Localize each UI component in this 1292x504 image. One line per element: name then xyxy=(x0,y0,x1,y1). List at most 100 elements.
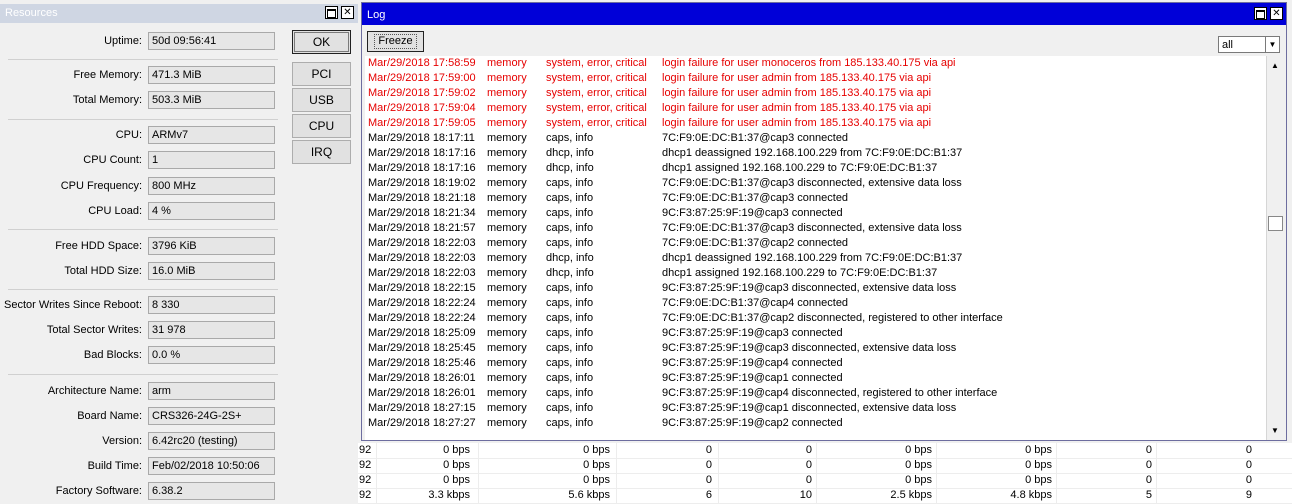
log-entry-row[interactable]: Mar/29/2018 18:27:27 memory caps, info 9C:F… xyxy=(365,416,1270,431)
resource-field-row: Total Memory: 503.3 MiB xyxy=(0,91,290,109)
log-entry-row[interactable]: Mar/29/2018 17:59:04 memory system, error,… xyxy=(365,101,1270,116)
close-icon[interactable]: ✕ xyxy=(341,6,354,19)
cpu-button[interactable]: CPU xyxy=(292,114,351,138)
log-entry-row[interactable]: Mar/29/2018 18:22:03 memory dhcp, info dhcp… xyxy=(365,251,1270,266)
log-list[interactable]: Mar/29/2018 17:58:59 memory system, error,… xyxy=(365,56,1270,440)
log-buffer: memory xyxy=(487,402,527,414)
scroll-up-icon[interactable]: ▲ xyxy=(1267,58,1283,73)
log-buffer: memory xyxy=(487,327,527,339)
table-cell: 0 bps xyxy=(905,444,932,456)
pci-button[interactable]: PCI xyxy=(292,62,351,86)
log-message: 9C:F3:87:25:9F:19@cap3 connected xyxy=(662,327,843,339)
log-buffer: memory xyxy=(487,222,527,234)
scroll-thumb[interactable] xyxy=(1268,216,1283,231)
log-time: Mar/29/2018 17:58:59 xyxy=(368,57,476,69)
log-entry-row[interactable]: Mar/29/2018 18:17:11 memory caps, info 7C:F… xyxy=(365,131,1270,146)
table-cell: 0 xyxy=(1245,474,1252,486)
resources-title: Resources xyxy=(5,7,58,19)
log-entry-row[interactable]: Mar/29/2018 18:22:15 memory caps, info 9C:F… xyxy=(365,281,1270,296)
log-entry-row[interactable]: Mar/29/2018 17:58:59 memory system, error,… xyxy=(365,56,1270,71)
table-row[interactable]: 92 0 bps 0 bps 0 0 0 bps 0 bps 0 0 xyxy=(358,458,1292,474)
log-message: dhcp1 assigned 192.168.100.229 to 7C:F9:… xyxy=(662,267,938,279)
ok-button[interactable]: OK xyxy=(292,30,351,54)
resources-titlebar[interactable]: Resources ✕ xyxy=(0,4,358,23)
resource-field-label: Free Memory: xyxy=(73,69,142,81)
log-entry-row[interactable]: Mar/29/2018 18:25:46 memory caps, info 9C:F… xyxy=(365,356,1270,371)
log-entry-row[interactable]: Mar/29/2018 17:59:02 memory system, error,… xyxy=(365,86,1270,101)
log-buffer: memory xyxy=(487,87,527,99)
maximize-icon[interactable] xyxy=(1254,7,1267,20)
log-entry-row[interactable]: Mar/29/2018 18:22:03 memory dhcp, info dhcp… xyxy=(365,266,1270,281)
log-message: dhcp1 deassigned 192.168.100.229 from 7C… xyxy=(662,147,963,159)
log-buffer: memory xyxy=(487,192,527,204)
resource-field-value: arm xyxy=(148,382,275,400)
log-buffer: memory xyxy=(487,57,527,69)
log-buffer: memory xyxy=(487,282,527,294)
resource-field-label: Free HDD Space: xyxy=(55,240,142,252)
log-entry-row[interactable]: Mar/29/2018 18:22:24 memory caps, info 7C:F… xyxy=(365,311,1270,326)
log-topics: caps, info xyxy=(546,297,594,309)
log-scrollbar[interactable]: ▲ ▼ xyxy=(1266,56,1283,440)
resource-field-row: CPU: ARMv7 xyxy=(0,126,290,144)
resource-field-row: CPU Count: 1 xyxy=(0,151,290,169)
resource-field-value: 8 330 xyxy=(148,296,275,314)
resource-field-value: 6.38.2 xyxy=(148,482,275,500)
table-cell: 92 xyxy=(359,459,372,471)
log-message: dhcp1 deassigned 192.168.100.229 from 7C… xyxy=(662,252,963,264)
freeze-button[interactable]: Freeze xyxy=(367,31,424,52)
log-entry-row[interactable]: Mar/29/2018 18:26:01 memory caps, info 9C:F… xyxy=(365,386,1270,401)
table-cell: 0 xyxy=(1145,459,1152,471)
log-topics: dhcp, info xyxy=(546,162,594,174)
table-cell: 0 xyxy=(1145,444,1152,456)
table-row[interactable]: 92 0 bps 0 bps 0 0 0 bps 0 bps 0 0 xyxy=(358,443,1292,459)
log-entry-row[interactable]: Mar/29/2018 18:22:24 memory caps, info 7C:F… xyxy=(365,296,1270,311)
resource-field-value: 471.3 MiB xyxy=(148,66,275,84)
dropdown-arrow-icon[interactable]: ▼ xyxy=(1265,37,1279,52)
maximize-icon[interactable] xyxy=(325,6,338,19)
log-entry-row[interactable]: Mar/29/2018 18:27:15 memory caps, info 9C:F… xyxy=(365,401,1270,416)
log-entry-row[interactable]: Mar/29/2018 18:25:45 memory caps, info 9C:F… xyxy=(365,341,1270,356)
usb-button[interactable]: USB xyxy=(292,88,351,112)
log-time: Mar/29/2018 18:27:15 xyxy=(368,402,476,414)
close-icon[interactable]: ✕ xyxy=(1270,7,1283,20)
log-topics: caps, info xyxy=(546,327,594,339)
log-topics: caps, info xyxy=(546,222,594,234)
resource-field-label: Total Sector Writes: xyxy=(46,324,142,336)
log-time: Mar/29/2018 18:22:03 xyxy=(368,267,476,279)
log-entry-row[interactable]: Mar/29/2018 18:21:57 memory caps, info 7C:F… xyxy=(365,221,1270,236)
log-buffer: memory xyxy=(487,117,527,129)
table-cell: 0 bps xyxy=(905,474,932,486)
section-divider xyxy=(8,119,278,120)
resource-field-label: CPU: xyxy=(115,129,142,141)
log-entry-row[interactable]: Mar/29/2018 18:26:01 memory caps, info 9C:F… xyxy=(365,371,1270,386)
log-entry-row[interactable]: Mar/29/2018 18:19:02 memory caps, info 7C:F… xyxy=(365,176,1270,191)
table-cell: 9 xyxy=(1245,489,1252,501)
log-entry-row[interactable]: Mar/29/2018 18:17:16 memory dhcp, info dhcp… xyxy=(365,146,1270,161)
resource-field-row: CPU Load: 4 % xyxy=(0,202,290,220)
log-entry-row[interactable]: Mar/29/2018 17:59:00 memory system, error,… xyxy=(365,71,1270,86)
log-entry-row[interactable]: Mar/29/2018 18:22:03 memory caps, info 7C:F… xyxy=(365,236,1270,251)
log-message: 9C:F3:87:25:9F:19@cap3 disconnected, ext… xyxy=(662,282,957,294)
log-time: Mar/29/2018 18:26:01 xyxy=(368,372,476,384)
log-entry-row[interactable]: Mar/29/2018 18:17:16 memory dhcp, info dhcp… xyxy=(365,161,1270,176)
log-entry-row[interactable]: Mar/29/2018 18:21:18 memory caps, info 7C:F… xyxy=(365,191,1270,206)
traffic-table: 92 0 bps 0 bps 0 0 0 bps 0 bps 0 0 92 0 bps 0 bps 0 0… xyxy=(358,443,1292,504)
log-time: Mar/29/2018 17:59:00 xyxy=(368,72,476,84)
irq-button[interactable]: IRQ xyxy=(292,140,351,164)
log-entry-row[interactable]: Mar/29/2018 18:21:34 memory caps, info 9C:F… xyxy=(365,206,1270,221)
resource-field-row: Architecture Name: arm xyxy=(0,382,290,400)
log-topics: caps, info xyxy=(546,357,594,369)
log-entry-row[interactable]: Mar/29/2018 17:59:05 memory system, error,… xyxy=(365,116,1270,131)
scroll-down-icon[interactable]: ▼ xyxy=(1267,423,1283,438)
log-message: dhcp1 assigned 192.168.100.229 to 7C:F9:… xyxy=(662,162,938,174)
table-row[interactable]: 92 0 bps 0 bps 0 0 0 bps 0 bps 0 0 xyxy=(358,473,1292,489)
log-message: login failure for user admin from 185.13… xyxy=(662,117,932,129)
log-entry-row[interactable]: Mar/29/2018 18:25:09 memory caps, info 9C:F… xyxy=(365,326,1270,341)
table-cell: 0 xyxy=(705,474,712,486)
log-time: Mar/29/2018 17:59:02 xyxy=(368,87,476,99)
resource-field-row: Board Name: CRS326-24G-2S+ xyxy=(0,407,290,425)
log-titlebar[interactable]: Log ✕ xyxy=(362,3,1286,25)
log-filter-select[interactable]: all ▼ xyxy=(1218,36,1280,53)
resource-field-label: CPU Load: xyxy=(88,205,142,217)
table-row[interactable]: 92 3.3 kbps 5.6 kbps 6 10 2.5 kbps 4.8 kbps 5 9 xyxy=(358,488,1292,504)
